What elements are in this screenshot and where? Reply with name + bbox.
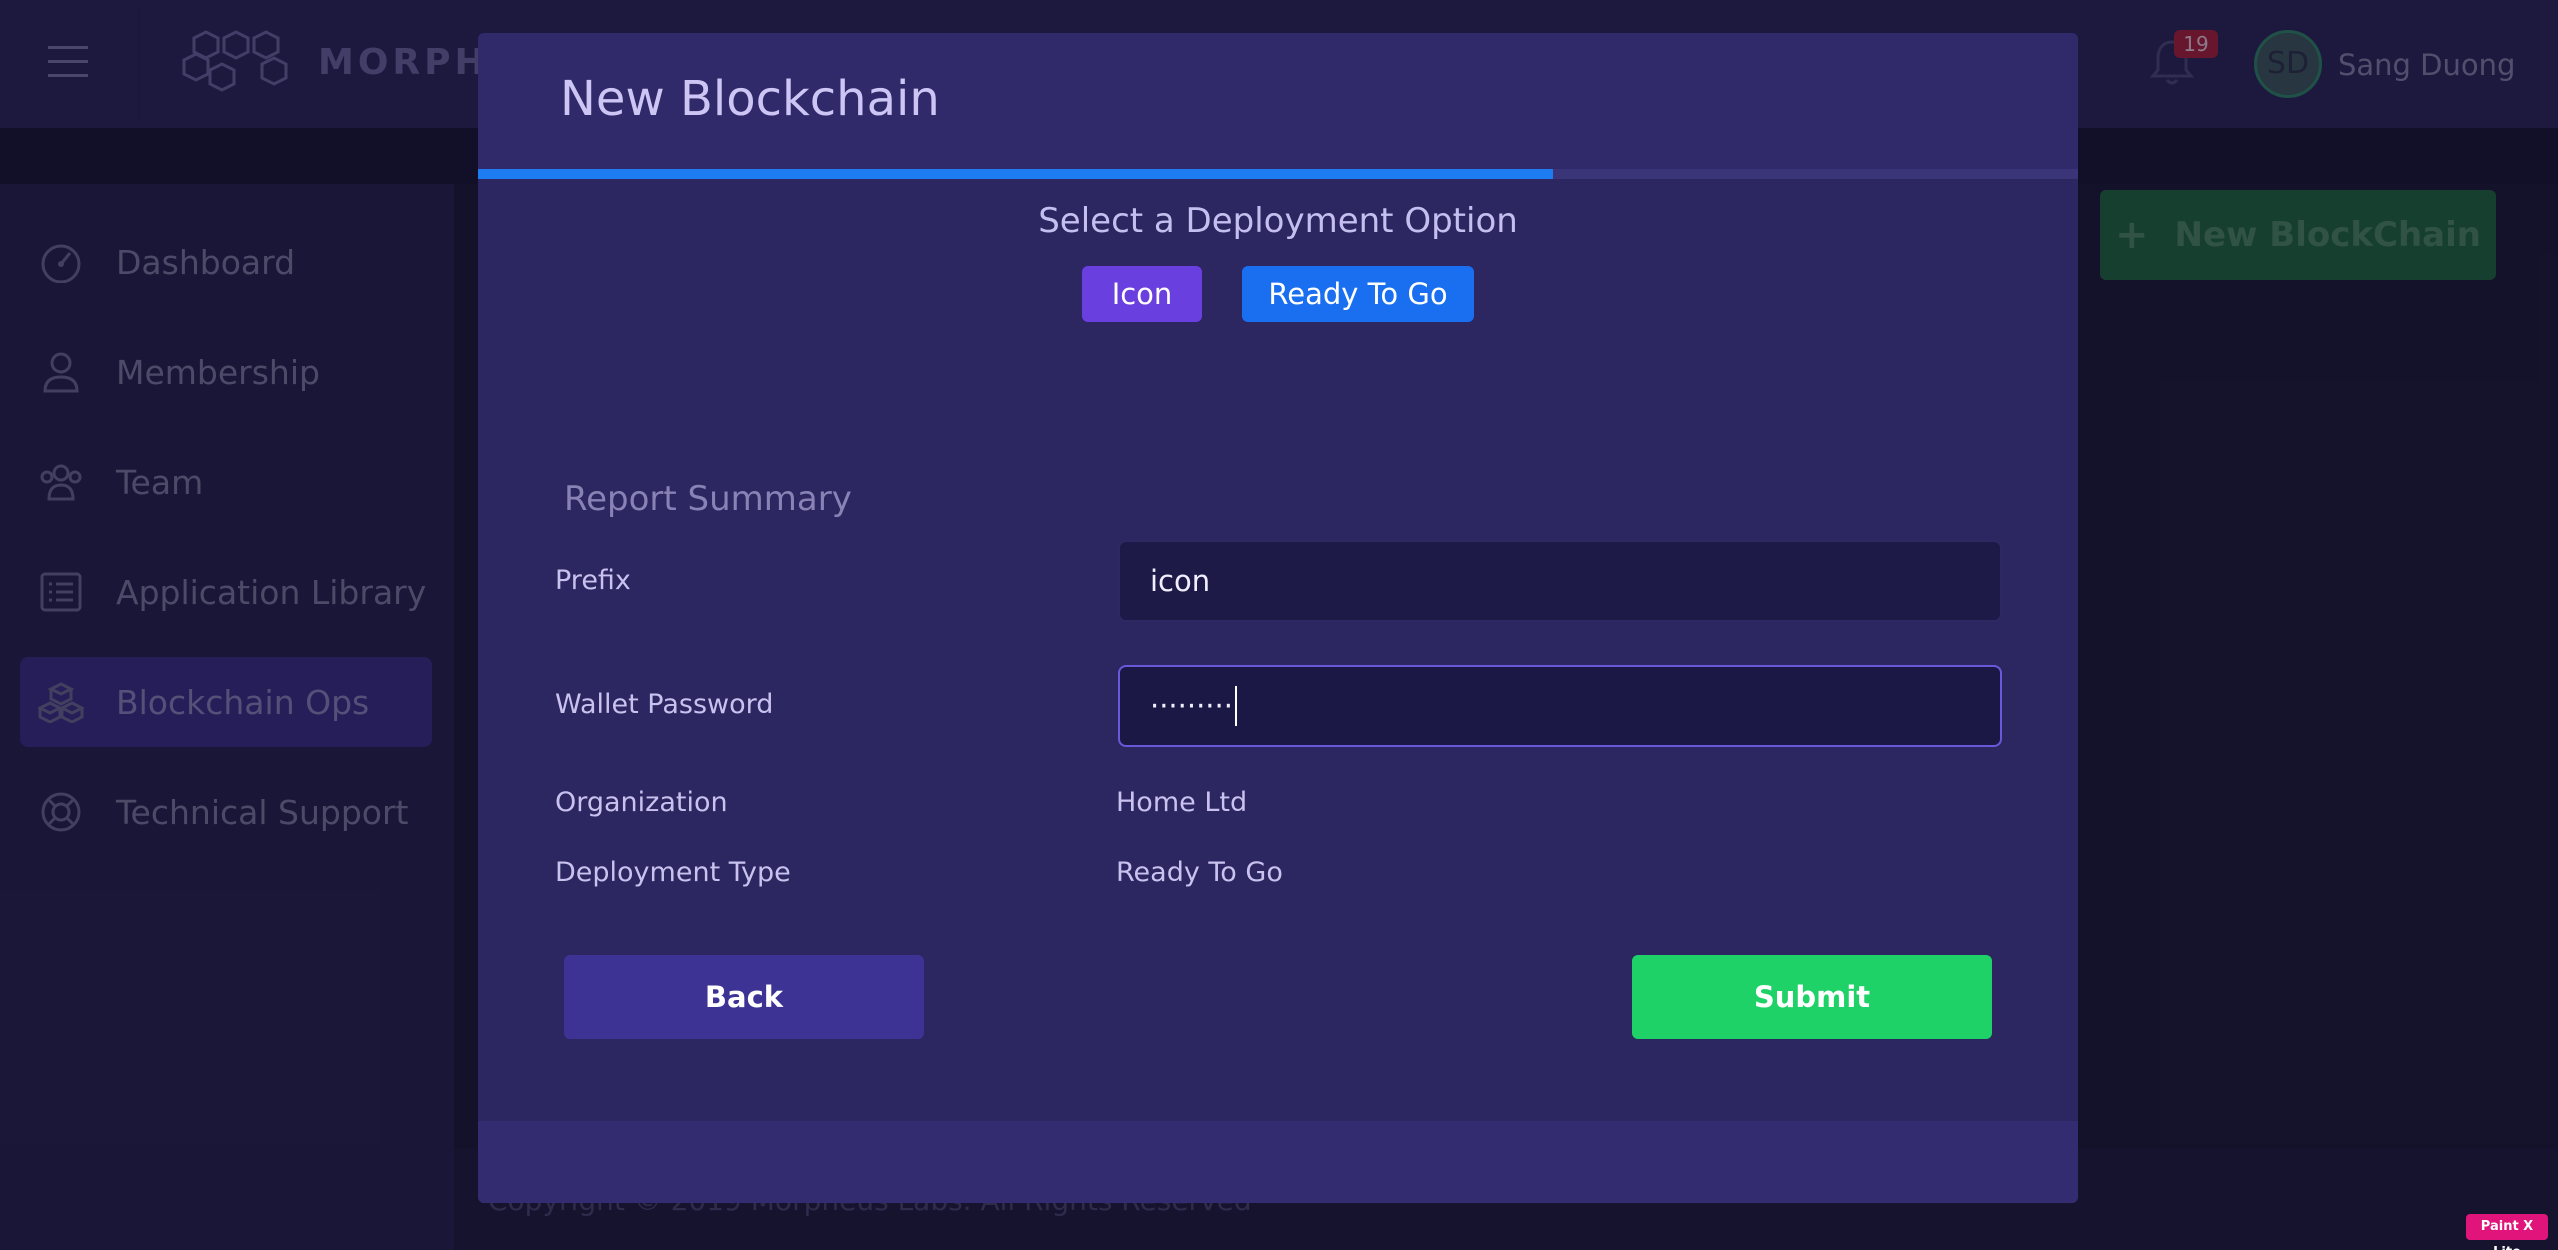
option-ready-to-go-button[interactable]: Ready To Go <box>1242 266 1474 322</box>
modal-title: New Blockchain <box>560 71 940 127</box>
modal-footer <box>478 1121 2078 1203</box>
organization-value: Home Ltd <box>1116 787 1248 818</box>
text-cursor <box>1234 686 1237 726</box>
wallet-password-label: Wallet Password <box>555 689 774 720</box>
prefix-input[interactable]: icon <box>1118 540 2002 622</box>
wizard-progress-fill <box>478 169 1554 179</box>
back-button[interactable]: Back <box>564 955 924 1039</box>
prefix-input-value: icon <box>1150 564 1211 598</box>
deployment-type-value: Ready To Go <box>1116 857 1283 888</box>
organization-label: Organization <box>555 787 728 818</box>
submit-button[interactable]: Submit <box>1632 955 1992 1039</box>
wallet-password-value: ········· <box>1150 689 1233 723</box>
modal-header: New Blockchain <box>478 33 2078 169</box>
prefix-label: Prefix <box>555 565 631 596</box>
wizard-progress-bar <box>478 169 2078 179</box>
new-blockchain-modal: New Blockchain Select a Deployment Optio… <box>478 33 2078 1203</box>
deployment-type-label: Deployment Type <box>555 857 791 888</box>
option-icon-button[interactable]: Icon <box>1082 266 1202 322</box>
report-summary-title: Report Summary <box>564 479 852 519</box>
watermark-badge: Paint X Lite <box>2466 1214 2548 1250</box>
wallet-password-input[interactable]: ········· <box>1118 665 2002 747</box>
deployment-option-heading: Select a Deployment Option <box>1038 201 1518 241</box>
